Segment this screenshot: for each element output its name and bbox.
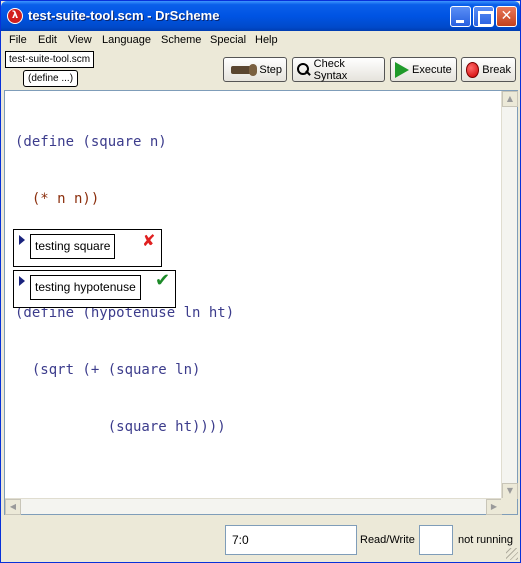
- menu-help[interactable]: Help: [255, 34, 278, 46]
- step-label: Step: [259, 63, 282, 76]
- run-status: not running: [458, 534, 514, 546]
- menu-bar: File Edit View Language Scheme Special H…: [1, 31, 520, 50]
- close-button[interactable]: ✕: [496, 6, 517, 27]
- scrollbar-corner: [501, 498, 517, 514]
- code-line-5: (sqrt (+ (square ln): [15, 362, 201, 378]
- file-tab[interactable]: test-suite-tool.scm: [5, 51, 95, 68]
- test-case-label: testing hypotenuse: [30, 275, 141, 300]
- menu-scheme[interactable]: Scheme: [161, 34, 201, 46]
- x-icon: ✘: [142, 231, 156, 250]
- menu-file[interactable]: File: [9, 34, 27, 46]
- execute-label: Execute: [412, 63, 452, 76]
- expand-triangle-icon[interactable]: [19, 276, 25, 286]
- run-indicator: [419, 525, 453, 555]
- execute-button[interactable]: Execute: [390, 57, 457, 82]
- vertical-scrollbar[interactable]: ▲ ▼: [501, 91, 518, 499]
- check-syntax-button[interactable]: Check Syntax: [292, 57, 385, 82]
- resize-grip-icon[interactable]: [506, 548, 518, 560]
- code-line: (define (square n): [15, 133, 234, 152]
- minimize-button[interactable]: [450, 6, 471, 27]
- code-line-6: (square ht)))): [15, 419, 226, 435]
- window-title: test-suite-tool.scm - DrScheme: [28, 8, 220, 23]
- horizontal-scrollbar[interactable]: ◀ ▶: [5, 498, 502, 515]
- define-menu-button[interactable]: (define ...): [23, 70, 79, 87]
- test-case-label: testing square: [30, 234, 116, 259]
- magnifier-icon: [297, 62, 311, 77]
- step-button[interactable]: Step: [223, 57, 287, 82]
- break-button[interactable]: Break: [461, 57, 516, 82]
- read-write-mode[interactable]: Read/Write: [360, 534, 415, 546]
- test-case-box[interactable]: testing square ✘: [13, 229, 162, 267]
- checkmark-icon: ✔: [155, 270, 171, 291]
- scroll-up-icon[interactable]: ▲: [502, 91, 518, 107]
- code-line-1: (define (square n): [15, 134, 167, 150]
- test-case-box[interactable]: testing hypotenuse ✔: [13, 270, 176, 308]
- menu-language[interactable]: Language: [102, 34, 151, 46]
- menu-view[interactable]: View: [68, 34, 92, 46]
- drscheme-window: λ test-suite-tool.scm - DrScheme ✕ File …: [0, 0, 521, 563]
- cursor-position: 7:0: [225, 525, 357, 555]
- close-icon: ✕: [500, 8, 513, 24]
- maximize-button[interactable]: [473, 6, 494, 27]
- title-bar[interactable]: λ test-suite-tool.scm - DrScheme ✕: [1, 1, 520, 31]
- break-label: Break: [482, 63, 511, 76]
- check-syntax-label: Check Syntax: [313, 57, 348, 82]
- code-line: (square ht)))): [15, 418, 234, 437]
- footprint-icon: [228, 63, 258, 77]
- definitions-editor[interactable]: (define (square n) (* n n)) (define (hyp…: [4, 90, 518, 515]
- menu-special[interactable]: Special: [210, 34, 246, 46]
- lambda-icon[interactable]: λ: [7, 8, 23, 24]
- scroll-left-icon[interactable]: ◀: [5, 499, 21, 515]
- expand-triangle-icon[interactable]: [19, 235, 25, 245]
- stop-icon: [466, 61, 480, 78]
- code-line: (sqrt (+ (square ln): [15, 361, 234, 380]
- menu-edit[interactable]: Edit: [38, 34, 57, 46]
- scroll-down-icon[interactable]: ▼: [502, 483, 518, 499]
- code-line: (* n n)): [15, 190, 234, 209]
- scroll-right-icon[interactable]: ▶: [486, 499, 502, 515]
- play-icon: [395, 61, 409, 78]
- code-line-2: (* n n)): [15, 191, 100, 207]
- status-bar: 7:0 Read/Write not running: [1, 517, 520, 562]
